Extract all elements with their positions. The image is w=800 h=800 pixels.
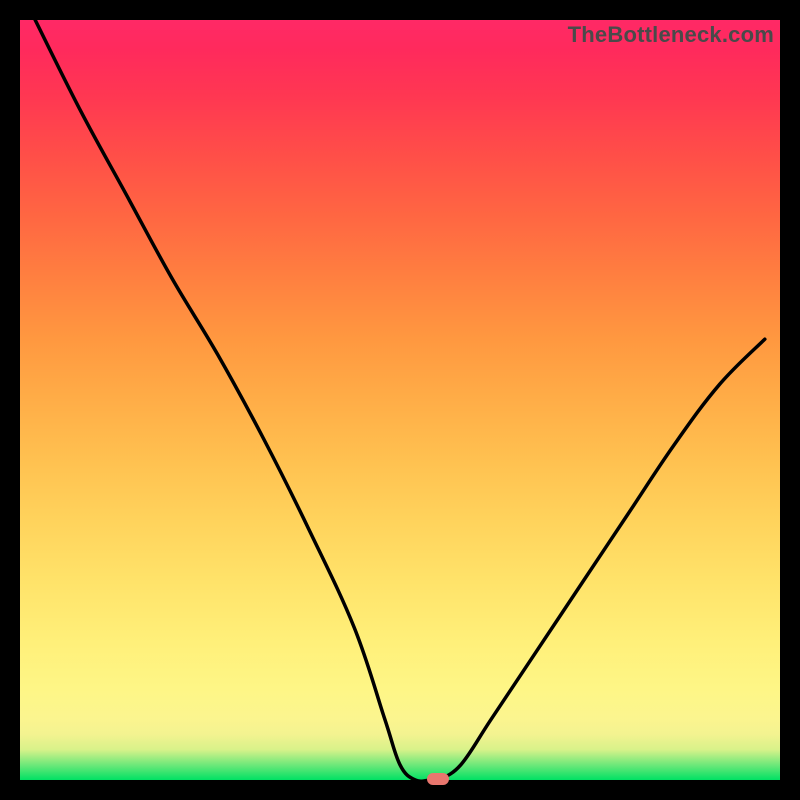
watermark-text: TheBottleneck.com (568, 22, 774, 48)
chart-plot-area: TheBottleneck.com (20, 20, 780, 780)
bottleneck-curve (20, 20, 780, 780)
optimal-point-marker (427, 773, 449, 785)
chart-frame: TheBottleneck.com (0, 0, 800, 800)
